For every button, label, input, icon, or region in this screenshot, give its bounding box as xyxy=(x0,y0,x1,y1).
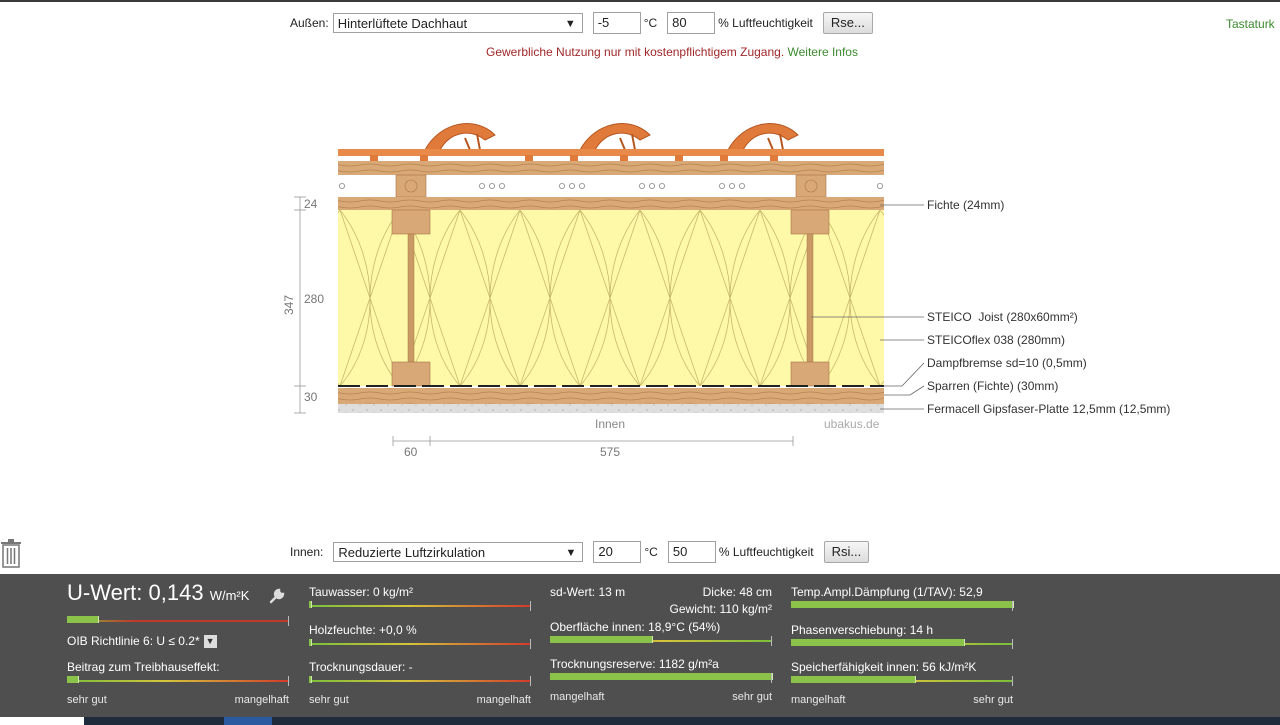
treibhaus-label: Beitrag zum Treibhauseffekt: xyxy=(67,660,220,674)
scale-col3: mangelhaft sehr gut xyxy=(550,691,772,703)
u-value-number: 0,143 xyxy=(148,580,204,605)
scale-good: sehr gut xyxy=(67,694,107,706)
construction-diagram: 24 280 347 30 60 575 Innen ubakus.de Fic… xyxy=(282,123,1170,459)
oib-guideline[interactable]: OIB Richtlinie 6: U ≤ 0.2* ▼ xyxy=(67,634,217,649)
layer-label-gypsum: Fermacell Gipsfaser-Platte 12,5mm (12,5m… xyxy=(927,402,1170,416)
layer-label-vapour-barrier: Dampfbremse sd=10 (0,5mm) xyxy=(927,356,1087,370)
speicher-label: Speicherfähigkeit innen: 56 kJ/m²K xyxy=(791,660,977,674)
layer-insulation xyxy=(338,210,884,386)
tauwasser-bar xyxy=(309,601,531,611)
layer-sparren xyxy=(338,388,884,404)
u-value-label: U-Wert: xyxy=(67,580,143,605)
layer-gypsum xyxy=(338,404,884,413)
temp-amp-label: Temp.Ampl.Dämpfung (1/TAV): 52,9 xyxy=(791,585,983,599)
layer-label-insulation: STEICOflex 038 (280mm) xyxy=(927,333,1065,347)
results-panel: U-Wert: 0,143 W/m²K OIB Richtlinie 6: U … xyxy=(0,574,1280,717)
dim-bot: 30 xyxy=(304,390,318,404)
inside-climate-select[interactable]: Reduzierte Luftzirkulation ▼ xyxy=(333,542,584,562)
dim-mid: 280 xyxy=(304,292,324,306)
reserve-label: Trocknungsreserve: 1182 g/m²a xyxy=(550,657,719,671)
taskbar-blank xyxy=(0,717,84,725)
phase-label: Phasenverschiebung: 14 h xyxy=(791,623,934,637)
dicke-value: Dicke: 48 cm xyxy=(702,585,772,599)
roof-batten xyxy=(338,161,884,175)
reserve-bar xyxy=(550,673,773,683)
scale-col4: mangelhaft sehr gut xyxy=(791,694,1013,706)
wrench-icon[interactable] xyxy=(269,588,285,604)
inside-humidity-unit: % Luftfeuchtigkeit xyxy=(718,545,814,559)
scale-bad: mangelhaft xyxy=(476,694,531,706)
dropdown-arrow-icon: ▼ xyxy=(565,547,577,559)
chevron-down-icon[interactable]: ▼ xyxy=(203,635,217,649)
scale-bad: mangelhaft xyxy=(234,694,289,706)
layer-label-fichte: Fichte (24mm) xyxy=(927,198,1004,212)
taskbar-active-item[interactable] xyxy=(224,717,272,725)
gewicht-value: Gewicht: 110 kg/m² xyxy=(669,602,772,616)
scale-bad: mangelhaft xyxy=(791,694,846,706)
inside-humidity-input[interactable]: 50 xyxy=(667,541,716,563)
ventilation-gap xyxy=(338,174,884,198)
dim-span: 575 xyxy=(600,445,620,459)
scale-good: sehr gut xyxy=(732,691,772,703)
u-value-unit: W/m²K xyxy=(209,588,250,603)
layer-label-joist: STEICO Joist (280x60mm²) xyxy=(927,310,1078,324)
inside-temp-unit: °C xyxy=(644,545,658,559)
inner-side-label: Innen xyxy=(595,417,625,431)
treibhaus-bar xyxy=(67,676,289,686)
inside-select-value: Reduzierte Luftzirkulation xyxy=(338,545,486,560)
inside-controls: Innen: Reduzierte Luftzirkulation ▼ 20 °… xyxy=(290,541,870,563)
trash-icon[interactable] xyxy=(0,539,22,569)
oberflaeche-label: Oberfläche innen: 18,9°C (54%) xyxy=(550,620,721,634)
holzfeuchte-label: Holzfeuchte: +0,0 % xyxy=(309,623,417,637)
dim-total: 347 xyxy=(282,295,296,315)
trocknung-label: Trocknungsdauer: - xyxy=(309,660,413,674)
scale-good: sehr gut xyxy=(973,694,1013,706)
layer-label-sparren: Sparren (Fichte) (30mm) xyxy=(927,379,1058,393)
scale-bad: mangelhaft xyxy=(550,691,605,703)
tauwasser-label: Tauwasser: 0 kg/m² xyxy=(309,585,414,599)
roof-tiles xyxy=(338,123,884,161)
scale-col2: sehr gut mangelhaft xyxy=(309,694,531,706)
taskbar-strip xyxy=(0,717,1280,725)
u-value-bar xyxy=(67,616,289,626)
inside-label: Innen: xyxy=(290,545,324,559)
u-value-display: U-Wert: 0,143 W/m²K xyxy=(67,580,249,606)
trocknung-bar xyxy=(309,676,531,686)
holzfeuchte-bar xyxy=(309,639,531,649)
temp-amp-bar xyxy=(791,601,1014,611)
scale-col1: sehr gut mangelhaft xyxy=(67,694,289,706)
oib-text: OIB Richtlinie 6: U ≤ 0.2* xyxy=(67,634,200,648)
dim-left: 60 xyxy=(404,445,418,459)
oberflaeche-bar xyxy=(550,636,772,646)
inside-temperature-input[interactable]: 20 xyxy=(593,541,642,563)
scale-good: sehr gut xyxy=(309,694,349,706)
watermark: ubakus.de xyxy=(824,417,880,431)
speicher-bar xyxy=(791,676,1013,686)
rsi-button[interactable]: Rsi... xyxy=(823,541,870,563)
dim-top: 24 xyxy=(304,197,318,211)
layer-fichte-board xyxy=(338,197,884,210)
phase-bar xyxy=(791,639,1013,649)
